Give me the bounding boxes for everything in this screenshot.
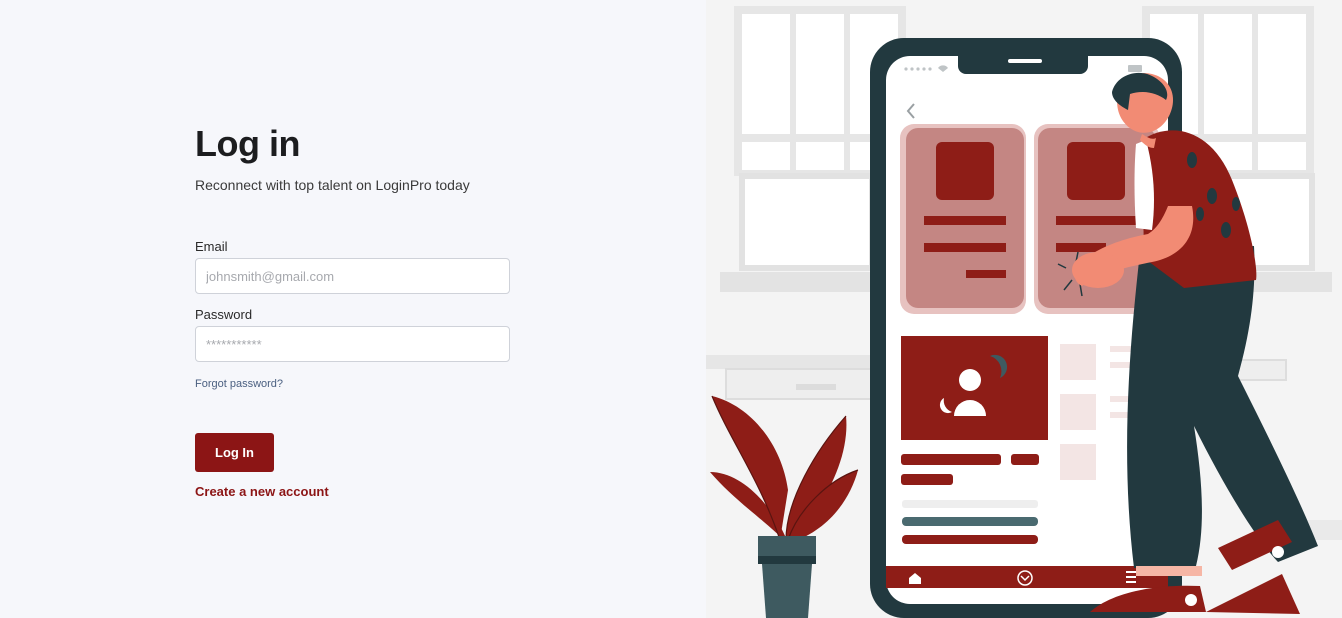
page-subtitle: Reconnect with top talent on LoginPro to… — [195, 177, 470, 193]
hero-illustration — [706, 0, 1342, 618]
page-title: Log in — [195, 123, 300, 164]
create-account-link[interactable]: Create a new account — [195, 484, 511, 499]
phone-shopping-illustration — [706, 0, 1342, 618]
password-field[interactable] — [195, 326, 510, 362]
login-pane: Log in Reconnect with top talent on Logi… — [0, 0, 706, 618]
password-label: Password — [195, 307, 253, 322]
desk-top — [706, 355, 886, 369]
battery-icon — [1128, 65, 1142, 72]
email-field[interactable] — [195, 258, 510, 294]
user-avatar-icon — [901, 336, 1048, 440]
product-card-1 — [900, 124, 1026, 314]
login-form: Log in Reconnect with top talent on Logi… — [195, 120, 511, 499]
forgot-password-link[interactable]: Forgot password? — [195, 378, 511, 390]
login-button[interactable]: Log In — [195, 433, 274, 472]
email-label: Email — [195, 239, 228, 254]
